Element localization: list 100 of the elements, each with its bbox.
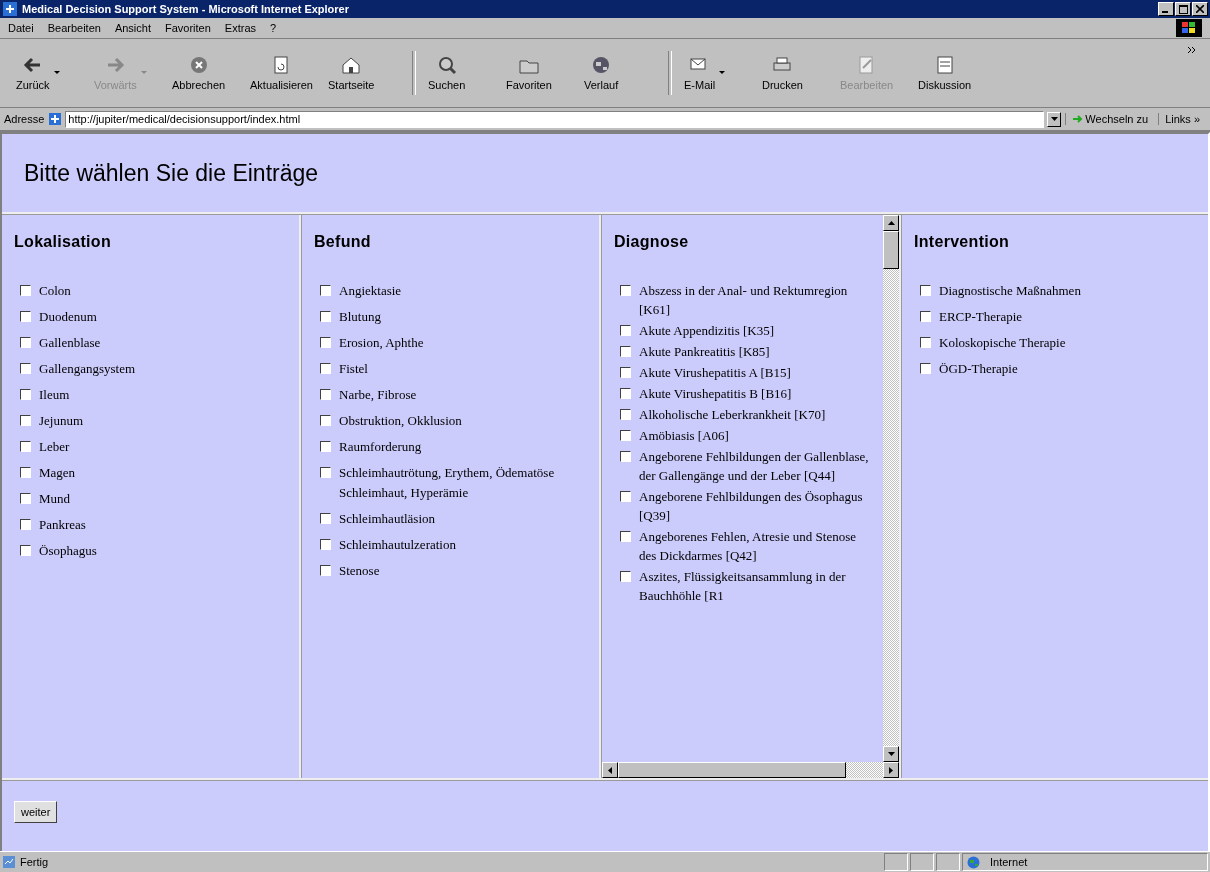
scroll-down-icon[interactable] <box>887 752 895 756</box>
checkbox[interactable] <box>320 285 331 296</box>
option-label: Magen <box>39 464 76 482</box>
dropdown-caret-icon[interactable] <box>1047 111 1062 127</box>
globe-icon <box>967 855 980 869</box>
toolbar-button[interactable]: Diskussion <box>916 53 974 93</box>
option-label: Obstruktion, Okklusion <box>339 412 462 430</box>
maximize-button[interactable] <box>1175 2 1191 16</box>
checkbox[interactable] <box>320 467 331 478</box>
toolbar-button[interactable]: Aktualisieren <box>248 53 315 93</box>
option-label: Leber <box>39 438 70 456</box>
checkbox[interactable] <box>320 565 331 576</box>
checkbox[interactable] <box>20 441 31 452</box>
toolbar-button[interactable]: Suchen <box>426 53 468 93</box>
checkbox[interactable] <box>620 285 631 296</box>
checkbox[interactable] <box>20 493 31 504</box>
checkbox[interactable] <box>320 363 331 374</box>
option-label: Jejunum <box>39 412 84 430</box>
option-label: Akute Appendizitis [K35] <box>639 322 775 340</box>
checkbox[interactable] <box>320 513 331 524</box>
checkbox[interactable] <box>620 367 631 378</box>
checkbox[interactable] <box>20 363 31 374</box>
scroll-thumb[interactable] <box>883 231 899 269</box>
status-panel <box>884 853 908 871</box>
option-label: Blutung <box>339 308 381 326</box>
checkbox[interactable] <box>20 467 31 478</box>
checkbox[interactable] <box>320 441 331 452</box>
option-label: Mund <box>39 490 71 508</box>
checkbox[interactable] <box>620 388 631 399</box>
option-label: Ösophagus <box>39 542 97 560</box>
toolbar-button[interactable]: Verlauf <box>582 53 621 93</box>
toolbar-button[interactable]: Abbrechen <box>170 53 228 93</box>
checkbox[interactable] <box>320 389 331 400</box>
checkbox[interactable] <box>620 346 631 357</box>
menu-item[interactable]: Bearbeiten <box>47 22 101 34</box>
scroll-left-icon[interactable] <box>608 766 612 774</box>
page-heading: Bitte wählen Sie die Einträge <box>24 159 319 187</box>
option-label: ERCP-Therapie <box>939 308 1023 326</box>
close-button[interactable] <box>1192 2 1208 16</box>
checkbox[interactable] <box>20 337 31 348</box>
menu-item[interactable]: Favoriten <box>165 22 211 34</box>
checkbox[interactable] <box>320 539 331 550</box>
toolbar-button[interactable]: E-Mail <box>682 53 718 93</box>
minimize-button[interactable] <box>1158 2 1174 16</box>
option-label: Amöbiasis [A06] <box>639 427 729 445</box>
checkbox[interactable] <box>620 531 631 542</box>
option-label: Angeborene Fehlbildungen des Ösophagus [Q39] <box>639 488 864 525</box>
scroll-right-icon[interactable] <box>889 766 893 774</box>
horizontal-scrollbar[interactable] <box>602 762 899 778</box>
checkbox[interactable] <box>20 415 31 426</box>
checkbox[interactable] <box>920 311 931 322</box>
checkbox[interactable] <box>620 430 631 441</box>
menu-item[interactable]: Extras <box>224 22 257 34</box>
next-button[interactable]: weiter <box>14 801 58 823</box>
toolbar-button[interactable]: Drucken <box>760 53 805 93</box>
option-label: Schleimhautrötung, Erythem, Ödematöse Schleimhaut, Hyperämie <box>339 464 556 502</box>
option-label: Aszites, Flüssigkeitsansammlung in der Bauchhöhle [R1 <box>639 568 847 605</box>
checkbox[interactable] <box>320 337 331 348</box>
checkbox[interactable] <box>20 285 31 296</box>
dropdown-caret-icon[interactable] <box>719 71 726 75</box>
option-label: Alkoholische Leberkrankheit [K70] <box>639 406 826 424</box>
home-icon <box>340 55 363 75</box>
zone-text: Internet <box>990 856 1028 868</box>
option-label: Narbe, Fibrose <box>339 386 417 404</box>
toolbar-button[interactable]: Zurück <box>14 53 52 93</box>
checkbox[interactable] <box>620 325 631 336</box>
checkbox[interactable] <box>920 285 931 296</box>
window-title: Medical Decision Support System - Microsoft Internet Explorer <box>22 3 350 15</box>
checkbox[interactable] <box>920 337 931 348</box>
links-button[interactable]: Links » <box>1158 113 1206 125</box>
checkbox[interactable] <box>20 519 31 530</box>
checkbox[interactable] <box>20 389 31 400</box>
checkbox[interactable] <box>620 409 631 420</box>
toolbar-button[interactable]: Favoriten <box>504 53 554 93</box>
checkbox[interactable] <box>20 311 31 322</box>
option-label: Akute Virushepatitis B [B16] <box>639 385 792 403</box>
menu-item[interactable]: ? <box>270 22 277 34</box>
menu-item[interactable]: Datei <box>8 22 34 34</box>
checkbox[interactable] <box>620 491 631 502</box>
option-label: ÖGD-Therapie <box>939 360 1018 378</box>
scroll-thumb[interactable] <box>618 762 846 778</box>
checkbox[interactable] <box>20 545 31 556</box>
option-label: Raumforderung <box>339 438 422 456</box>
vertical-scrollbar[interactable] <box>883 215 899 762</box>
close-icon <box>1196 5 1204 13</box>
checkbox[interactable] <box>620 571 631 582</box>
menu-item[interactable]: Ansicht <box>114 22 151 34</box>
windows-logo-icon <box>1176 19 1202 37</box>
go-arrow-icon <box>1072 113 1084 125</box>
scroll-up-icon[interactable] <box>887 221 895 225</box>
column-heading: Befund <box>314 233 372 251</box>
option-label: Stenose <box>339 562 380 580</box>
toolbar-button[interactable]: Startseite <box>326 53 377 93</box>
address-field[interactable]: http://jupiter/medical/decisionsupport/index.html <box>65 110 1045 128</box>
checkbox[interactable] <box>320 415 331 426</box>
checkbox[interactable] <box>320 311 331 322</box>
dropdown-caret-icon[interactable] <box>53 71 60 75</box>
checkbox[interactable] <box>920 363 931 374</box>
checkbox[interactable] <box>620 451 631 462</box>
go-button[interactable]: Wechseln zu <box>1065 113 1155 125</box>
